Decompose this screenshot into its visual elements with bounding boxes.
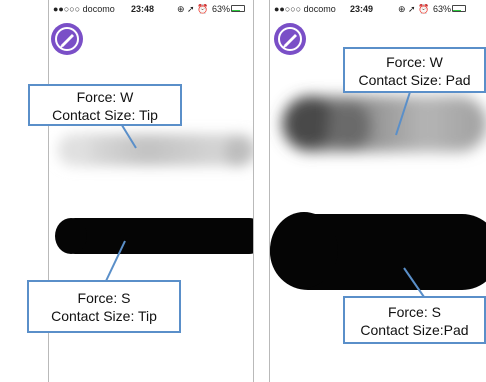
contact-size-label: Contact Size: Tip [52,107,158,123]
contact-size-label: Contact Size: Pad [358,72,471,88]
hard-pressure-stroke [55,218,253,254]
callout-left-bottom: Force: S Contact Size: Tip [27,280,181,333]
callout-right-top: Force: W Contact Size: Pad [343,47,486,93]
contact-size-label: Contact Size:Pad [360,322,469,338]
callout-right-bottom: Force: S Contact Size:Pad [343,296,486,344]
force-label: Force: S [77,290,131,306]
force-label: Force: S [388,304,441,320]
callout-left-top: Force: W Contact Size: Tip [28,84,182,126]
force-label: Force: W [76,89,134,105]
light-pressure-stroke [57,134,253,167]
force-label: Force: W [386,54,443,70]
contact-size-label: Contact Size: Tip [51,308,157,324]
hard-pressure-stroke [270,212,486,290]
light-pressure-stroke [282,96,486,152]
